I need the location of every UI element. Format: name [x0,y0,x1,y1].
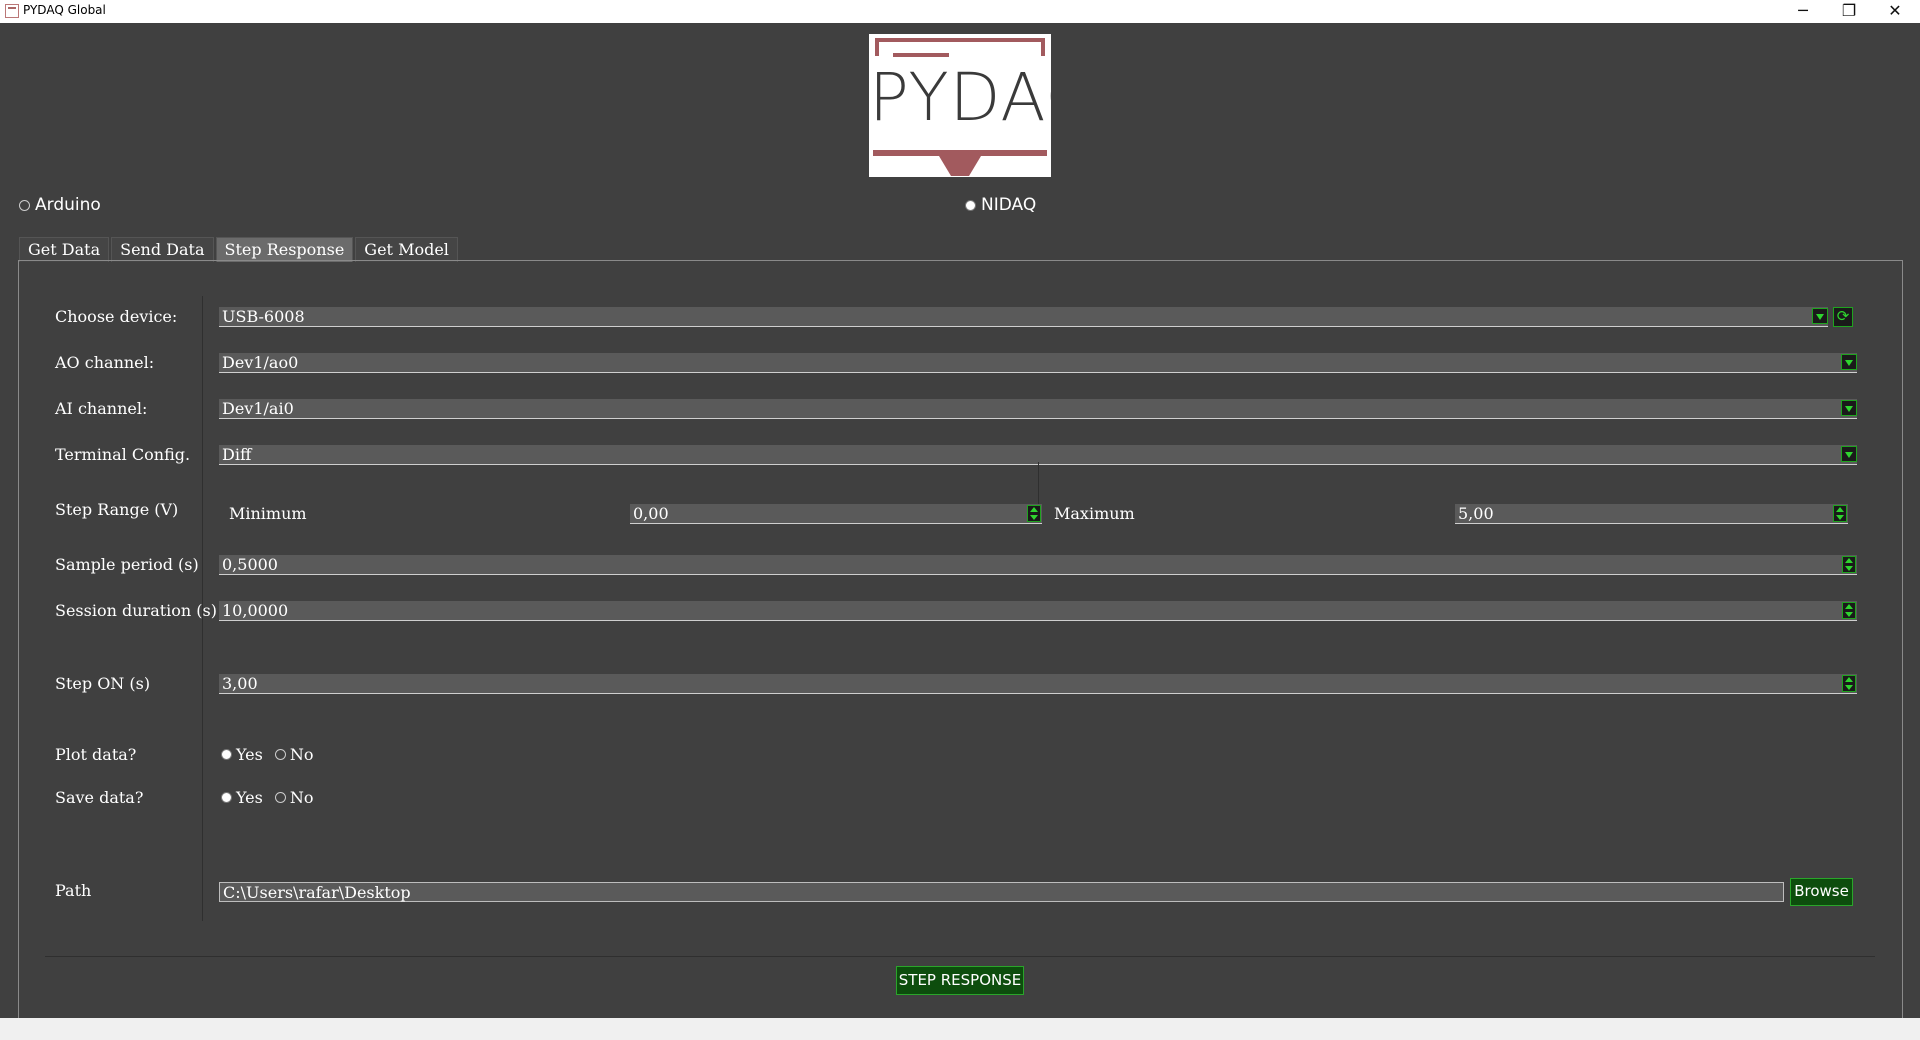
save-yes-label: Yes [236,788,263,807]
nidaq-radio-label: NIDAQ [981,195,1037,215]
save-data-label: Save data? [55,788,144,807]
arduino-radio-label: Arduino [35,195,101,215]
session-duration-spinbox[interactable]: 10,0000 [219,601,1857,621]
close-button[interactable]: ✕ [1872,0,1918,23]
chevron-down-icon[interactable] [1812,308,1828,324]
nidaq-radio-indicator[interactable] [965,199,976,211]
session-duration-value: 10,0000 [222,601,289,620]
chevron-down-icon[interactable] [1841,354,1857,370]
tab-step-response[interactable]: Step Response [215,237,354,262]
step-range-label: Step Range (V) [55,500,179,519]
ai-channel-label: AI channel: [55,399,148,418]
plot-data-label: Plot data? [55,745,137,764]
spin-arrows-icon[interactable] [1842,602,1856,619]
maximum-spinbox[interactable]: 5,00 [1455,504,1848,524]
title-bar: PYDAQ Global ─ ❐ ✕ [0,0,1920,23]
chevron-down-icon[interactable] [1841,400,1857,416]
plot-yes-radio[interactable] [221,749,232,760]
spin-arrows-icon[interactable] [1027,505,1041,522]
device-combobox[interactable]: USB-6008 [219,307,1828,327]
tab-get-data[interactable]: Get Data [19,237,110,262]
sample-period-spinbox[interactable]: 0,5000 [219,555,1857,575]
step-on-value: 3,00 [222,674,258,693]
spin-arrows-icon[interactable] [1842,675,1856,692]
app-window: PYDAQ Arduino NIDAQ Get Data Send Data S… [0,23,1920,1021]
refresh-icon[interactable]: ⟳ [1833,307,1853,327]
spin-arrows-icon[interactable] [1842,556,1856,573]
step-response-button[interactable]: STEP RESPONSE [896,966,1024,995]
device-label: Choose device: [55,307,178,326]
nidaq-radio[interactable]: NIDAQ [965,195,1036,215]
maximum-value: 5,00 [1458,504,1494,523]
sample-period-value: 0,5000 [222,555,278,574]
status-strip [0,1018,1920,1040]
plot-no-label: No [289,745,314,764]
plot-data-options: Yes No [221,745,314,764]
save-no-radio[interactable] [274,792,286,803]
minimize-button[interactable]: ─ [1780,0,1826,23]
plot-no-radio[interactable] [274,749,286,760]
tab-bar: Get Data Send Data Step Response Get Mod… [19,237,460,262]
window-title: PYDAQ Global [23,3,106,17]
pydaq-logo: PYDAQ [869,34,1051,177]
action-divider [45,956,1875,957]
ai-channel-combobox[interactable]: Dev1/ai0 [219,399,1857,419]
path-label: Path [55,881,92,900]
restore-button[interactable]: ❐ [1826,0,1872,23]
save-yes-radio[interactable] [221,792,232,803]
path-input[interactable]: C:\Users\rafar\Desktop [219,882,1784,902]
minimum-label: Minimum [229,504,307,523]
arduino-radio[interactable]: Arduino [19,195,101,215]
plot-yes-label: Yes [236,745,263,764]
ai-channel-value: Dev1/ai0 [222,399,294,418]
chevron-down-icon[interactable] [1841,446,1857,462]
tab-send-data[interactable]: Send Data [111,237,214,262]
terminal-config-value: Diff [222,445,252,464]
ao-channel-value: Dev1/ao0 [222,353,299,372]
step-on-spinbox[interactable]: 3,00 [219,674,1857,694]
terminal-config-label: Terminal Config. [55,445,191,464]
session-duration-label: Session duration (s) [55,601,217,620]
save-data-options: Yes No [221,788,314,807]
step-response-panel: Choose device: USB-6008 ⟳ AO channel: De… [18,260,1903,1021]
range-divider [1038,462,1039,504]
device-value: USB-6008 [222,307,305,326]
spin-arrows-icon[interactable] [1833,505,1847,522]
path-value: C:\Users\rafar\Desktop [223,883,411,902]
arduino-radio-indicator[interactable] [19,199,30,211]
app-icon [5,4,19,18]
browse-button[interactable]: Browse [1790,878,1853,906]
ao-channel-label: AO channel: [55,353,155,372]
tab-get-model[interactable]: Get Model [355,237,458,262]
minimum-value: 0,00 [633,504,669,523]
sample-period-label: Sample period (s) [55,555,199,574]
minimum-spinbox[interactable]: 0,00 [630,504,1042,524]
maximum-label: Maximum [1054,504,1135,523]
step-on-label: Step ON (s) [55,674,151,693]
ao-channel-combobox[interactable]: Dev1/ao0 [219,353,1857,373]
save-no-label: No [289,788,314,807]
